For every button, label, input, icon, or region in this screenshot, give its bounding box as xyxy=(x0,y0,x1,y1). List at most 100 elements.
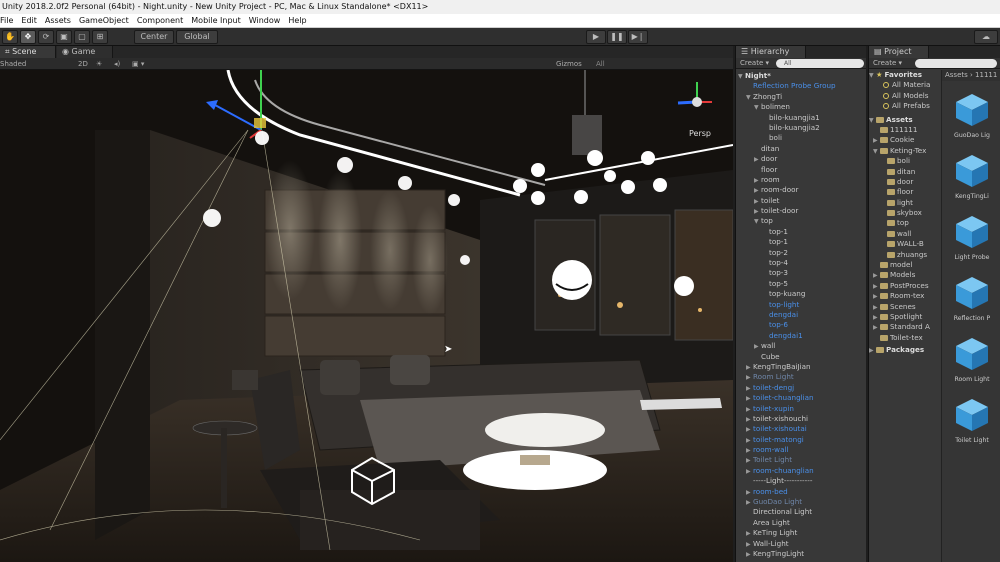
menu-help[interactable]: Help xyxy=(284,14,310,28)
asset-thumbnail[interactable]: Light Probe xyxy=(942,214,1000,261)
hierarchy-item[interactable]: boli xyxy=(736,133,866,143)
project-folder-item[interactable]: ▶ Models xyxy=(869,270,941,280)
project-folder-item[interactable]: ▶ Standard A xyxy=(869,322,941,332)
project-search-input[interactable] xyxy=(915,59,997,68)
account-icon[interactable]: ☁ xyxy=(974,30,998,44)
hierarchy-create-button[interactable]: Create ▾ xyxy=(740,58,769,69)
project-create-button[interactable]: Create ▾ xyxy=(873,58,902,69)
hierarchy-item[interactable]: top-light xyxy=(736,300,866,310)
project-folder-item[interactable]: model xyxy=(869,260,941,270)
asset-thumbnail[interactable]: Reflection P xyxy=(942,275,1000,322)
hierarchy-item[interactable]: Directional Light xyxy=(736,507,866,517)
asset-thumbnail[interactable]: GuoDao Lig xyxy=(942,92,1000,139)
hierarchy-item[interactable]: floor xyxy=(736,165,866,175)
hierarchy-item[interactable]: ▶ toilet-xishouchi xyxy=(736,414,866,424)
persp-label[interactable]: Persp xyxy=(689,129,711,138)
gizmos-dropdown[interactable]: Gizmos xyxy=(556,58,582,70)
menu-mobile-input[interactable]: Mobile Input xyxy=(187,14,245,28)
hierarchy-item[interactable]: ▼ top xyxy=(736,216,866,226)
hierarchy-item[interactable]: ▼ bolimen xyxy=(736,102,866,112)
project-folder-item[interactable]: Toilet-tex xyxy=(869,333,941,343)
hierarchy-item[interactable]: top-kuang xyxy=(736,289,866,299)
hierarchy-item[interactable]: bilo-kuangjia2 xyxy=(736,123,866,133)
project-folder-item[interactable]: ▼ Keting-Tex xyxy=(869,146,941,156)
scene-search-input[interactable]: All xyxy=(596,58,605,70)
scale-tool-icon[interactable]: ▣ xyxy=(56,30,72,44)
hierarchy-item[interactable]: ditan xyxy=(736,144,866,154)
hierarchy-item[interactable]: ▶ toilet xyxy=(736,196,866,206)
hierarchy-item[interactable]: ▶ room xyxy=(736,175,866,185)
transform-tool-icon[interactable]: ⊞ xyxy=(92,30,108,44)
hierarchy-item[interactable]: ▶ GuoDao Light xyxy=(736,497,866,507)
project-folder-item[interactable]: door xyxy=(869,177,941,187)
asset-thumbnail[interactable]: Room Light xyxy=(942,336,1000,383)
menu-gameobject[interactable]: GameObject xyxy=(75,14,133,28)
menu-window[interactable]: Window xyxy=(245,14,285,28)
project-folder-item[interactable]: 111111 xyxy=(869,125,941,135)
mode-2d-toggle[interactable]: 2D xyxy=(78,58,88,70)
hierarchy-item[interactable]: top-1 xyxy=(736,227,866,237)
hierarchy-item[interactable]: top-1 xyxy=(736,237,866,247)
expand-arrow-icon[interactable]: ▶ xyxy=(746,550,753,560)
menu-component[interactable]: Component xyxy=(133,14,187,28)
audio-toggle-icon[interactable]: ◂) xyxy=(114,58,120,70)
hierarchy-item[interactable]: ▶ door xyxy=(736,154,866,164)
hierarchy-item[interactable]: ▶ room-bed xyxy=(736,487,866,497)
hierarchy-item[interactable]: ▶ toilet-xishoutai xyxy=(736,424,866,434)
hierarchy-item[interactable]: ▶ toilet-chuanglian xyxy=(736,393,866,403)
hierarchy-item[interactable]: top-5 xyxy=(736,279,866,289)
project-breadcrumb[interactable]: Assets › 11111 xyxy=(942,70,1000,81)
hierarchy-item[interactable]: top-4 xyxy=(736,258,866,268)
hierarchy-item[interactable]: Cube xyxy=(736,352,866,362)
hierarchy-item[interactable]: ▼ Night* xyxy=(736,71,866,81)
favorites-header[interactable]: ▼ ★ Favorites xyxy=(869,70,941,80)
hierarchy-item[interactable]: ▶ KeTing Light xyxy=(736,528,866,538)
play-icon[interactable]: ▶ xyxy=(586,30,606,44)
project-folder-item[interactable]: boli xyxy=(869,156,941,166)
hierarchy-item[interactable]: ▶ room-chuanglian xyxy=(736,466,866,476)
menu-file[interactable]: File xyxy=(0,14,17,28)
menu-assets[interactable]: Assets xyxy=(41,14,75,28)
hierarchy-item[interactable]: top-3 xyxy=(736,268,866,278)
assets-header[interactable]: ▼ Assets xyxy=(869,115,941,125)
scene-viewport[interactable]: Persp ➤ xyxy=(0,70,733,562)
move-tool-icon[interactable]: ✥ xyxy=(20,30,36,44)
favorite-item[interactable]: All Prefabs xyxy=(869,101,941,111)
project-folder-item[interactable]: zhuangs xyxy=(869,250,941,260)
hierarchy-item[interactable]: bilo-kuangjia1 xyxy=(736,113,866,123)
favorite-item[interactable]: All Models xyxy=(869,91,941,101)
favorite-item[interactable]: All Materia xyxy=(869,80,941,90)
tab-game[interactable]: ◉ Game xyxy=(57,46,113,58)
hand-tool-icon[interactable]: ✋ xyxy=(2,30,18,44)
project-folder-item[interactable]: light xyxy=(869,198,941,208)
hierarchy-item[interactable]: ▶ toilet-xupin xyxy=(736,404,866,414)
hierarchy-item[interactable]: ▶ room-wall xyxy=(736,445,866,455)
hierarchy-item[interactable]: ▶ Toilet Light xyxy=(736,455,866,465)
hierarchy-item[interactable]: ▶ toilet-dengj xyxy=(736,383,866,393)
rotate-tool-icon[interactable]: ⟳ xyxy=(38,30,54,44)
hierarchy-item[interactable]: ▶ toilet-matongi xyxy=(736,435,866,445)
rect-tool-icon[interactable]: ▢ xyxy=(74,30,90,44)
hierarchy-item[interactable]: -----Light----------- xyxy=(736,476,866,486)
effects-toggle-icon[interactable]: ▣ ▾ xyxy=(132,58,144,70)
hierarchy-item[interactable]: ▶ KengTingLight xyxy=(736,549,866,559)
hierarchy-item[interactable]: ▼ ZhongTi xyxy=(736,92,866,102)
hierarchy-item[interactable]: ▶ Wall-Light xyxy=(736,539,866,549)
project-folder-item[interactable]: ▶ Scenes xyxy=(869,302,941,312)
hierarchy-item[interactable]: dengdai1 xyxy=(736,331,866,341)
asset-thumbnail[interactable]: Toilet Light xyxy=(942,397,1000,444)
menu-edit[interactable]: Edit xyxy=(17,14,41,28)
hierarchy-search-input[interactable]: All xyxy=(776,59,864,68)
hierarchy-item[interactable]: top-6 xyxy=(736,320,866,330)
project-folder-item[interactable]: top xyxy=(869,218,941,228)
hierarchy-item[interactable]: ▶ wall xyxy=(736,341,866,351)
hierarchy-item[interactable]: ▶ Room Light xyxy=(736,372,866,382)
pivot-global-button[interactable]: Global xyxy=(176,30,218,44)
hierarchy-item[interactable]: ▶ KengTingBaiJian xyxy=(736,362,866,372)
hierarchy-item[interactable]: Area Light xyxy=(736,518,866,528)
project-folder-item[interactable]: floor xyxy=(869,187,941,197)
tab-scene[interactable]: ⌗ Scene xyxy=(0,46,56,58)
shading-mode-dropdown[interactable]: Shaded xyxy=(0,58,26,70)
pivot-center-button[interactable]: Center xyxy=(134,30,174,44)
asset-thumbnail[interactable]: KengTingLi xyxy=(942,153,1000,200)
